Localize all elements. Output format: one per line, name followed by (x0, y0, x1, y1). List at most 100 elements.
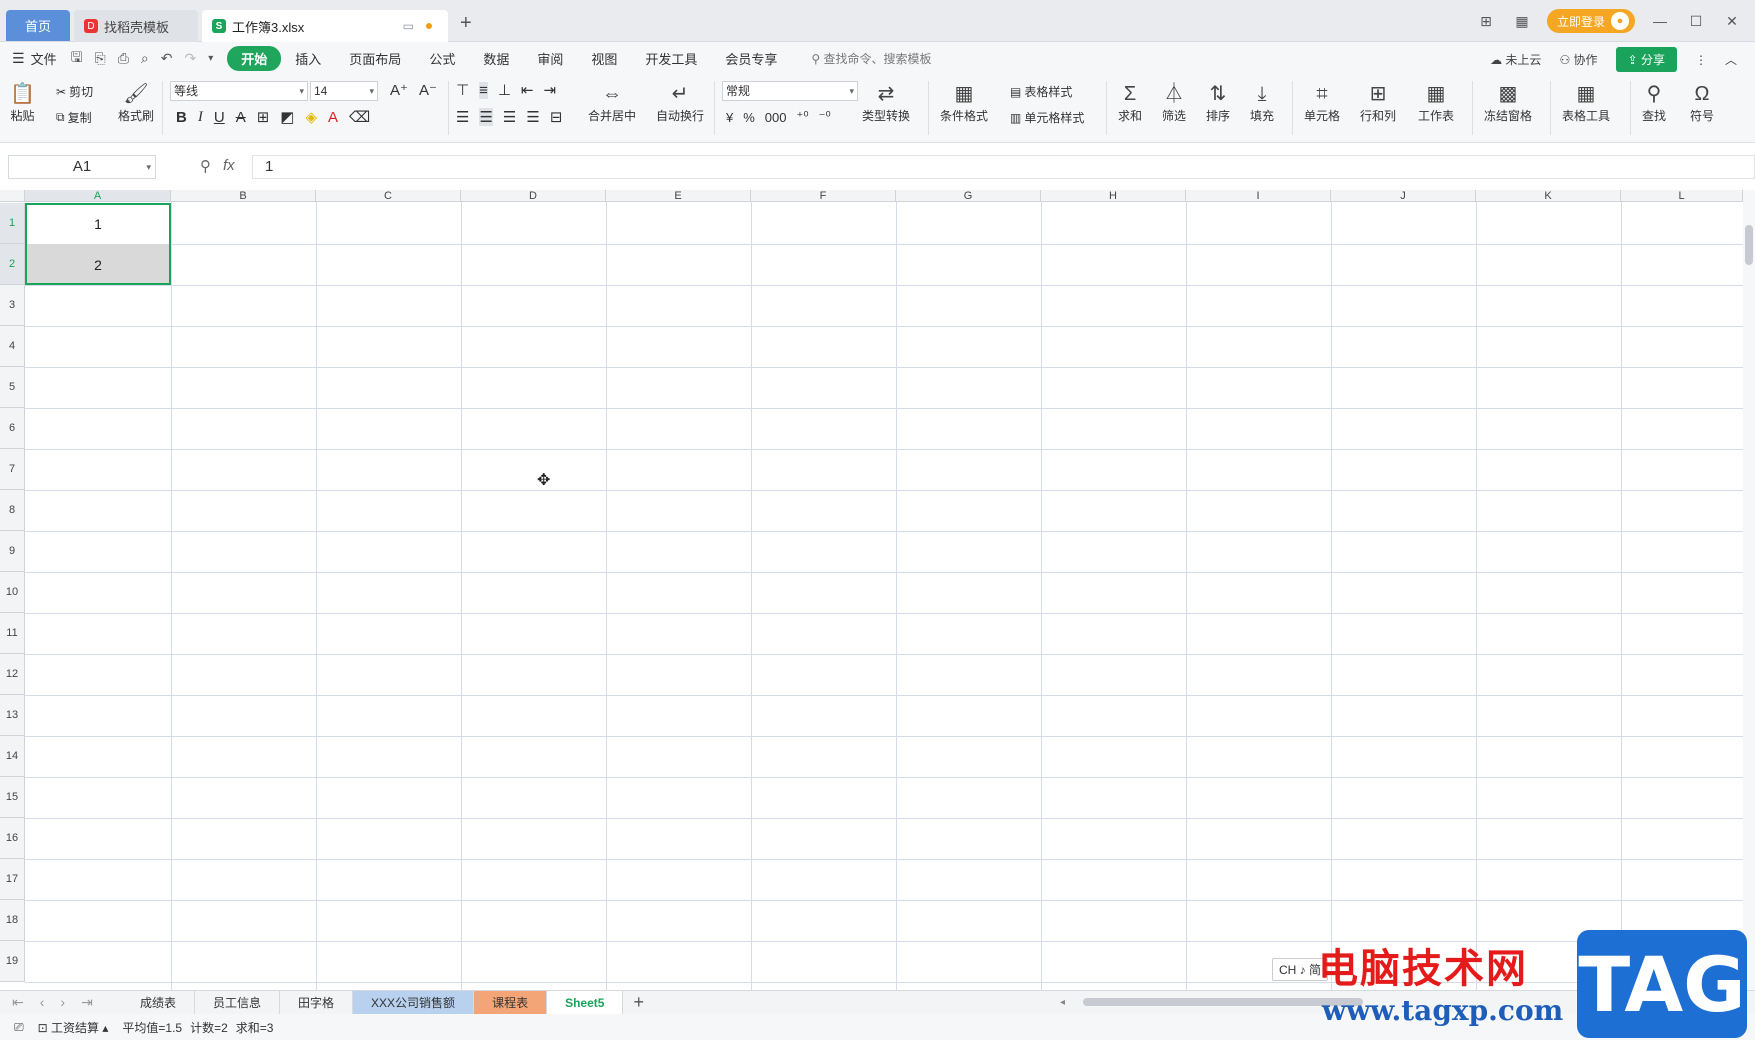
column-header-I[interactable]: I (1186, 190, 1331, 202)
select-all-corner[interactable] (0, 190, 25, 202)
indent-decrease-icon[interactable]: ⇤ (521, 81, 534, 99)
row-header[interactable]: 6 (0, 408, 25, 449)
add-sheet-button[interactable]: + (623, 992, 654, 1013)
find-button[interactable]: ⚲ 查找 (1642, 81, 1666, 124)
type-convert-button[interactable]: ⇄ 类型转换 (862, 81, 910, 124)
tab-docer-templates[interactable]: D 找稻壳模板 (74, 10, 198, 42)
row-header[interactable]: 12 (0, 654, 25, 695)
row-header[interactable]: 5 (0, 367, 25, 408)
column-header-K[interactable]: K (1476, 190, 1621, 202)
row-header[interactable]: 7 (0, 449, 25, 490)
tab-developer[interactable]: 开发工具 (631, 46, 711, 71)
column-header-D[interactable]: D (461, 190, 606, 202)
name-box[interactable]: A1 (8, 155, 156, 179)
column-header-G[interactable]: G (896, 190, 1041, 202)
row-header[interactable]: 16 (0, 818, 25, 859)
number-format-select[interactable]: 常规 (722, 81, 858, 101)
row-header[interactable]: 3 (0, 285, 25, 326)
row-header[interactable]: 19 (0, 941, 25, 982)
spreadsheet-grid[interactable]: A B C D E F G H I J K L 1 2 3 4 5 6 7 8 … (0, 190, 1755, 992)
share-button[interactable]: ⇪ 分享 (1615, 47, 1677, 72)
next-sheet-icon[interactable]: › (60, 994, 65, 1011)
eraser-icon[interactable]: ⌫ (349, 108, 370, 126)
justify-icon[interactable]: ☰ (526, 108, 539, 126)
row-header[interactable]: 14 (0, 736, 25, 777)
align-left-icon[interactable]: ☰ (456, 108, 469, 126)
indent-increase-icon[interactable]: ⇥ (544, 81, 557, 99)
tab-formula[interactable]: 公式 (415, 46, 469, 71)
increase-decimal-icon[interactable]: ⁺⁰ (797, 109, 809, 125)
hamburger-icon[interactable]: ☰ (12, 50, 25, 67)
undo-icon[interactable]: ↶ (161, 50, 173, 67)
row-col-button[interactable]: ⊞ 行和列 (1360, 81, 1396, 124)
cell-style-button[interactable]: ▥ 单元格样式 (1010, 109, 1084, 126)
column-header-H[interactable]: H (1041, 190, 1186, 202)
currency-icon[interactable]: ¥ (726, 110, 733, 125)
bold-icon[interactable]: B (176, 109, 187, 126)
row-header[interactable]: 2 (0, 244, 25, 285)
thousands-icon[interactable]: 000 (765, 110, 787, 125)
sort-button[interactable]: ⇅ 排序 (1206, 81, 1230, 124)
minimize-icon[interactable]: — (1649, 13, 1671, 29)
row-header[interactable]: 18 (0, 900, 25, 941)
filter-button[interactable]: ⏃ 筛选 (1162, 81, 1186, 124)
fill-shape-icon[interactable]: ◩ (280, 108, 294, 126)
table-style-button[interactable]: ▤ 表格样式 (1010, 83, 1072, 100)
percent-icon[interactable]: % (743, 110, 755, 125)
close-icon[interactable]: ✕ (1721, 13, 1743, 30)
layout-icon[interactable]: ⊞ (1475, 13, 1497, 30)
column-header-B[interactable]: B (171, 190, 316, 202)
sum-button[interactable]: Σ 求和 (1118, 81, 1142, 124)
fx-icon[interactable]: fx (223, 157, 235, 175)
font-size-select[interactable]: 14 (310, 81, 378, 101)
sheet-tab-schedule[interactable]: 课程表 (474, 990, 548, 1015)
more-icon[interactable]: ⋮ (1695, 53, 1707, 67)
maximize-icon[interactable]: ☐ (1685, 13, 1707, 30)
column-header-J[interactable]: J (1331, 190, 1476, 202)
cloud-status[interactable]: ☁ 未上云 (1490, 51, 1541, 68)
tab-workbook[interactable]: S 工作簿3.xlsx ▭ (202, 10, 448, 42)
row-header[interactable]: 10 (0, 572, 25, 613)
paste-button[interactable]: 📋 粘贴 (10, 81, 35, 124)
align-right-icon[interactable]: ☰ (503, 108, 516, 126)
print-preview-icon[interactable]: ⌕ (141, 50, 149, 67)
row-header[interactable]: 15 (0, 777, 25, 818)
cut-button[interactable]: ✂ 剪切 (56, 83, 93, 100)
customize-dropdown-icon[interactable]: ▾ (208, 53, 213, 64)
collapse-ribbon-icon[interactable]: ︿ (1725, 51, 1737, 68)
strikethrough-icon[interactable]: A (236, 109, 246, 126)
fill-button[interactable]: ⤓ 填充 (1250, 81, 1274, 124)
collab-button[interactable]: ⚇ 协作 (1559, 51, 1597, 68)
vertical-scroll-thumb[interactable] (1745, 225, 1753, 265)
tab-start[interactable]: 开始 (227, 46, 282, 71)
apps-grid-icon[interactable]: ▦ (1511, 13, 1533, 30)
last-sheet-icon[interactable]: ⇥ (81, 994, 93, 1011)
row-header[interactable]: 9 (0, 531, 25, 572)
prev-sheet-icon[interactable]: ‹ (40, 994, 45, 1011)
align-center-icon[interactable]: ☰ (479, 108, 493, 126)
underline-icon[interactable]: U (214, 109, 225, 126)
row-header[interactable]: 13 (0, 695, 25, 736)
distributed-icon[interactable]: ⊟ (550, 108, 563, 126)
scroll-left-icon[interactable]: ◂ (1060, 997, 1065, 1008)
tab-member[interactable]: 会员专享 (711, 46, 791, 71)
format-painter-button[interactable]: 🖌 格式刷 (118, 81, 154, 124)
align-middle-icon[interactable]: ≡ (479, 81, 488, 99)
worksheet-button[interactable]: ▦ 工作表 (1418, 81, 1454, 124)
align-top-icon[interactable]: ⊤ (456, 81, 469, 99)
row-header[interactable]: 11 (0, 613, 25, 654)
command-search[interactable]: ⚲ 查找命令、搜索模板 (811, 50, 931, 67)
mode-button[interactable]: ⊡ 工资结算 ▴ (38, 1019, 109, 1036)
tab-view[interactable]: 视图 (577, 46, 631, 71)
cell-button[interactable]: ⌗ 单元格 (1304, 81, 1340, 124)
menu-file[interactable]: 文件 (31, 49, 57, 68)
tab-page-layout[interactable]: 页面布局 (335, 46, 415, 71)
macro-record-icon[interactable]: ⎚ (14, 1020, 24, 1035)
print-icon[interactable]: ⎙ (118, 50, 129, 67)
sheet-tab-grades[interactable]: 成绩表 (122, 990, 196, 1015)
decrease-font-icon[interactable]: A⁻ (419, 81, 437, 99)
sheet-tab-sheet5[interactable]: Sheet5 (547, 990, 624, 1015)
redo-icon[interactable]: ↷ (185, 50, 197, 67)
increase-font-icon[interactable]: A⁺ (390, 81, 408, 99)
formula-input[interactable]: 1 (252, 155, 1755, 179)
